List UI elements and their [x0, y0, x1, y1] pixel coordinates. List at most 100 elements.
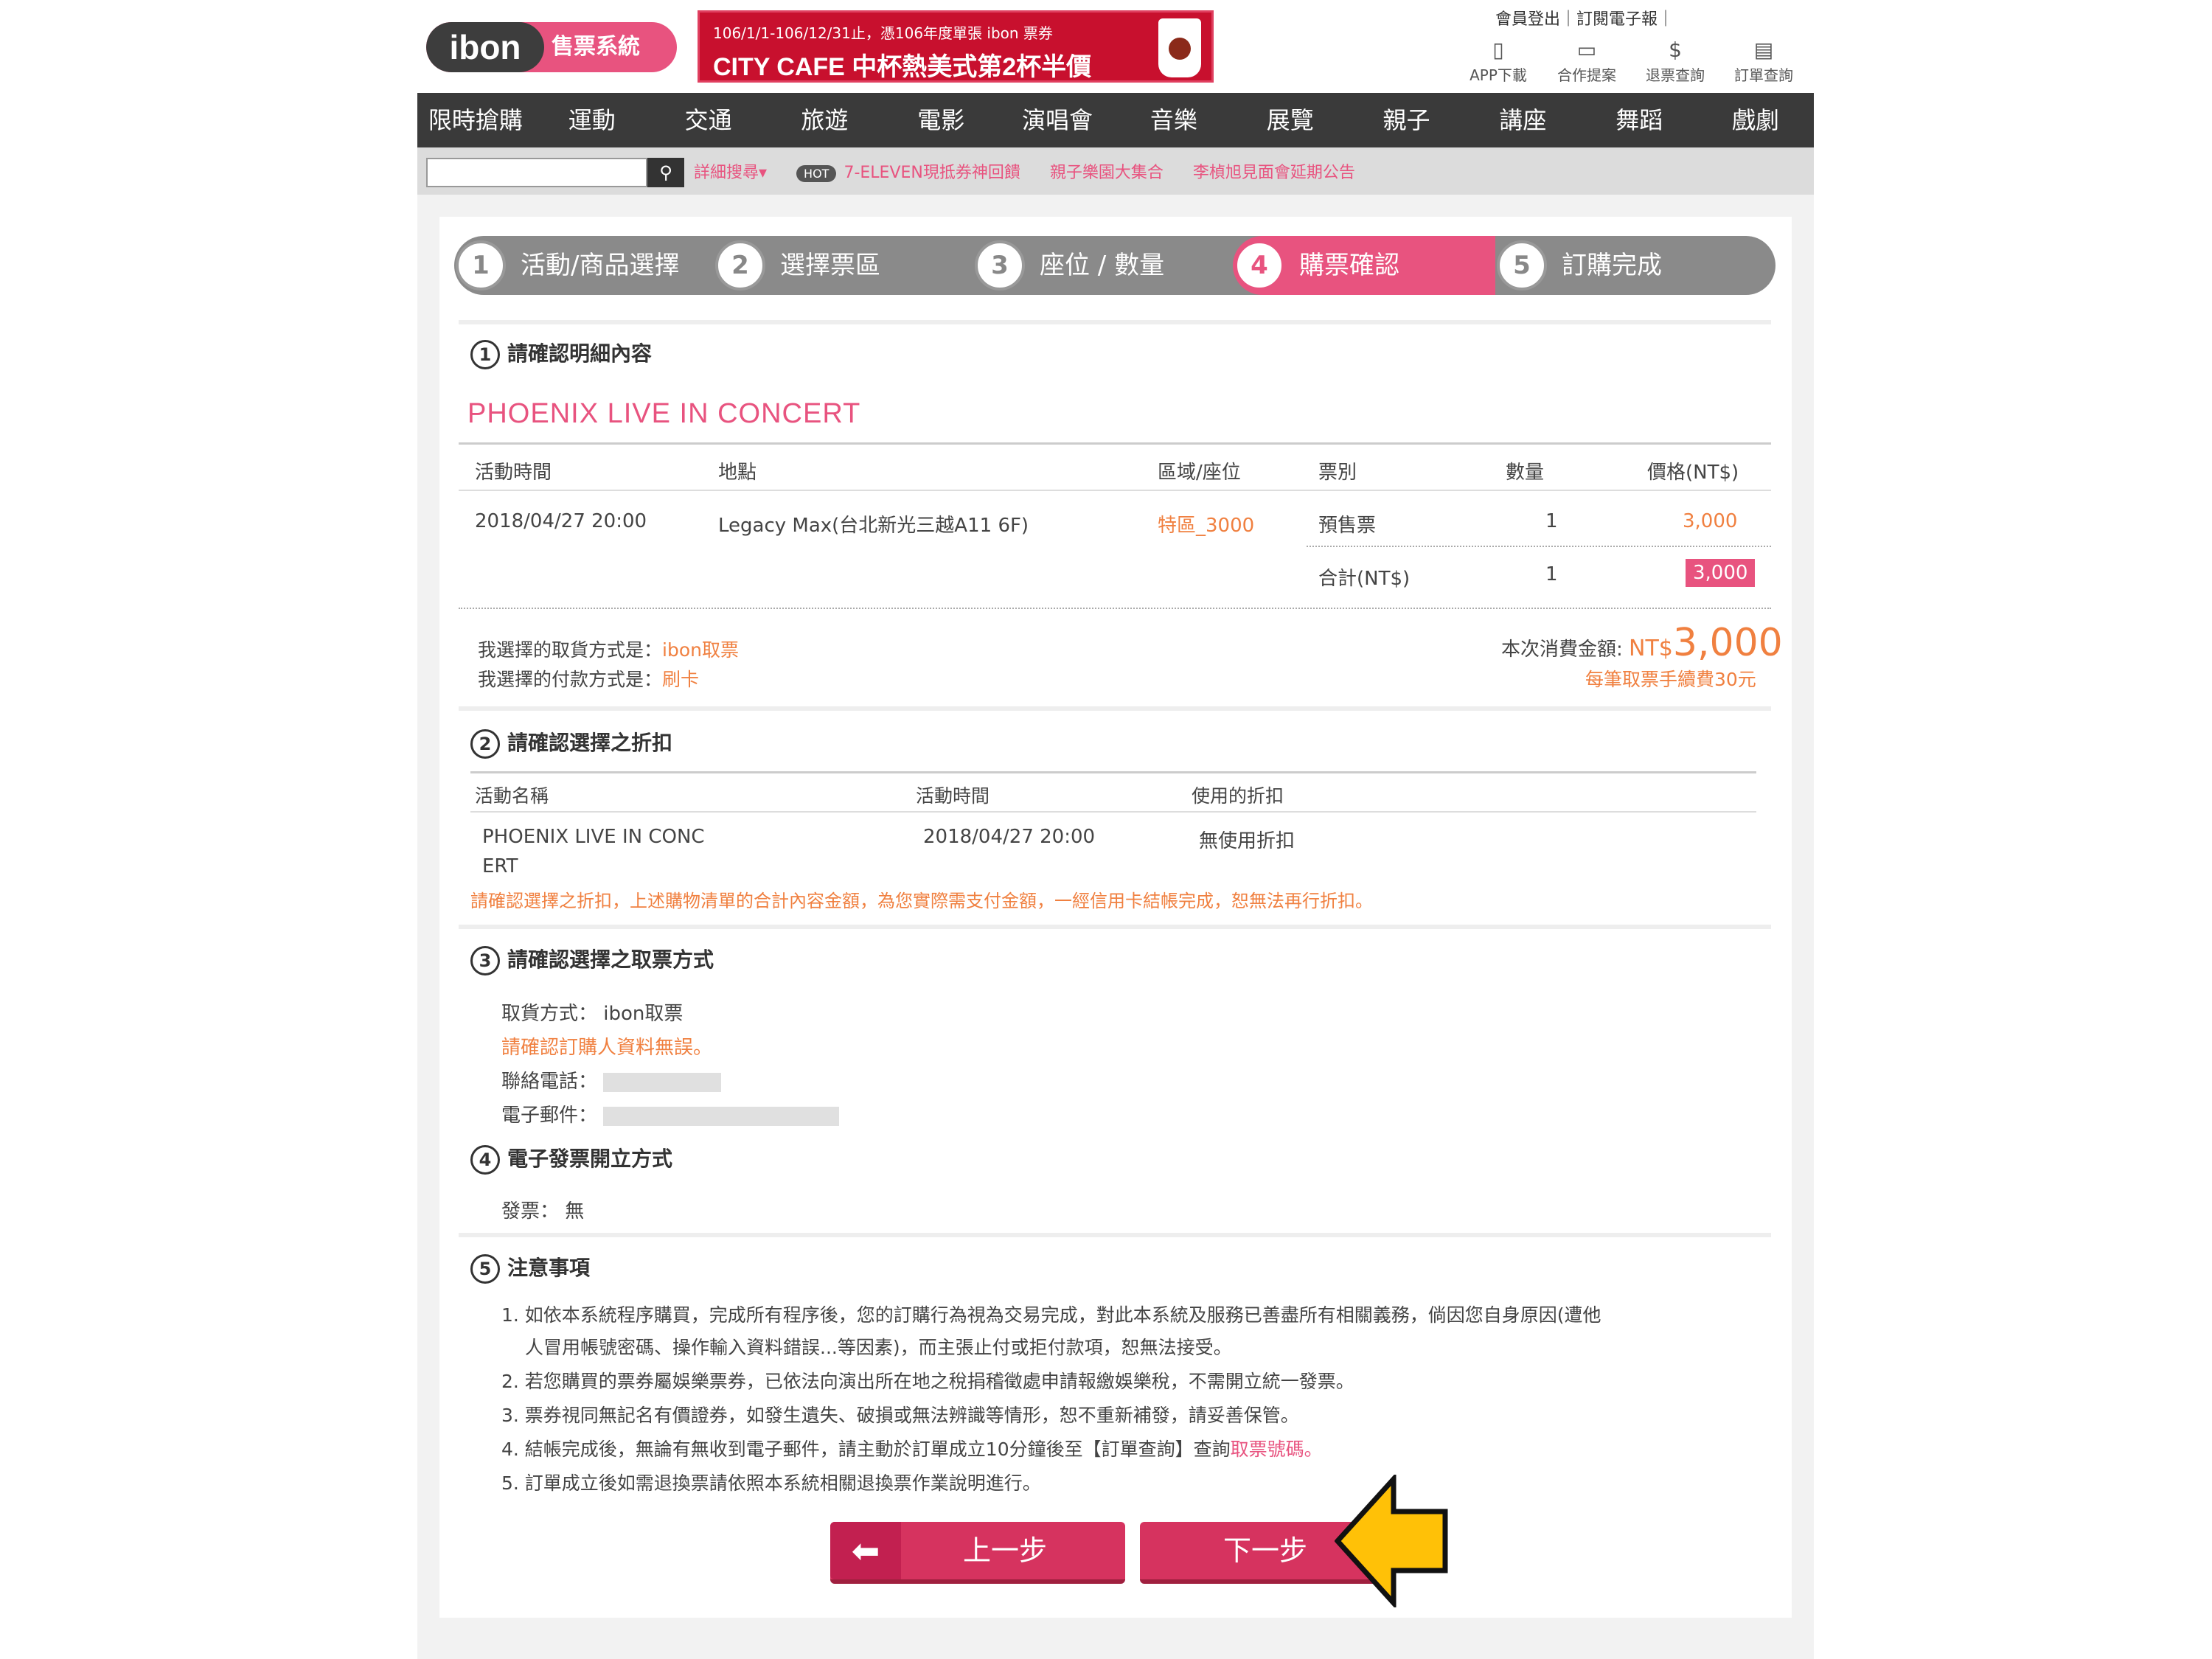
nav-concert[interactable]: 演唱會: [999, 93, 1116, 147]
note-1-line-2: 人冒用帳號密碼、操作輸入資料錯誤...等因素)，而主張止付或拒付款項，恕無法接受…: [525, 1337, 1232, 1358]
payment-method-line: 我選擇的付款方式是：刷卡: [478, 665, 699, 692]
step-1: 1 活動/商品選擇: [454, 236, 714, 295]
col-header-time: 活動時間: [475, 462, 552, 484]
section-4-number: 4: [470, 1145, 500, 1175]
notes-section-title-text: 注意事項: [507, 1256, 591, 1280]
total-amount-value: 3,000: [1672, 621, 1783, 665]
order-query-link[interactable]: ▤ 訂單查詢: [1727, 37, 1801, 85]
step-3-number: 3: [975, 240, 1025, 291]
nav-exhibition[interactable]: 展覽: [1232, 93, 1349, 147]
phone-label: 聯絡電話：: [501, 1071, 598, 1093]
order-query-label: 訂單查詢: [1734, 66, 1793, 84]
nav-drama[interactable]: 戲劇: [1697, 93, 1814, 147]
section-3-number: 3: [470, 946, 500, 975]
col-header-qty: 數量: [1506, 462, 1545, 484]
logo-system-text: 售票系統: [552, 34, 640, 60]
search-button[interactable]: ⚲: [647, 158, 684, 187]
hot-link-3[interactable]: 李楨旭見面會延期公告: [1193, 159, 1355, 183]
search-bar: ⚲ 詳細搜尋▾ HOT 7-ELEVEN現抵券神回饋 親子樂園大集合 李楨旭見面會…: [417, 147, 1814, 195]
row-qty: 1: [1545, 510, 1558, 532]
discount-header-rule: [470, 811, 1756, 813]
nav-music[interactable]: 音樂: [1116, 93, 1232, 147]
pickup-method-value: ibon取票: [662, 639, 739, 661]
cooperation-link[interactable]: ▭ 合作提案: [1550, 37, 1624, 85]
notes-section-title: 5 注意事項: [470, 1252, 590, 1284]
pickup-method: 取貨方式： ibon取票: [501, 1003, 684, 1025]
nav-dance[interactable]: 舞蹈: [1581, 93, 1697, 147]
step-2-number: 2: [715, 240, 765, 291]
discount-row-name-1: PHOENIX LIVE IN CONC: [482, 826, 705, 848]
total-amount-currency: NT$: [1629, 636, 1673, 661]
note-1-line-1: 1. 如依本系統程序購買，完成所有程序後，您的訂購行為視為交易完成，對此本系統及…: [501, 1304, 1601, 1326]
page: ibon 售票系統 106/1/1-106/12/31止，憑106年度單張 ib…: [417, 0, 1814, 1659]
app-download-link[interactable]: ▯ APP下載: [1461, 37, 1535, 85]
detail-section: 1 請確認明細內容 PHOENIX LIVE IN CONCERT 活動時間 地點…: [459, 320, 1783, 706]
row-price: 3,000: [1683, 510, 1738, 532]
briefcase-icon: ▭: [1576, 38, 1597, 62]
yellow-pointer-arrow-icon: [1335, 1475, 1448, 1607]
step-4-number: 4: [1234, 240, 1284, 291]
step-3-label: 座位 / 數量: [1040, 251, 1165, 280]
email-row: 電子郵件：: [501, 1100, 840, 1127]
total-qty: 1: [1545, 563, 1558, 585]
logo-ibon-text: ibon: [426, 22, 544, 72]
prev-step-label: 上一步: [963, 1534, 1048, 1567]
banner-small-text: 106/1/1-106/12/31止，憑106年度單張 ibon 票券: [713, 24, 1053, 42]
payment-method-value: 刷卡: [662, 669, 700, 690]
hot-link-2[interactable]: 親子樂園大集合: [1050, 159, 1164, 183]
coffee-cup-icon: [1158, 18, 1201, 77]
total-label: 合計(NT$): [1318, 568, 1411, 590]
nav-flash-sale[interactable]: 限時搶購: [417, 93, 534, 147]
refund-icon: $: [1669, 38, 1682, 62]
promo-banner[interactable]: 106/1/1-106/12/31止，憑106年度單張 ibon 票券 CITY…: [698, 10, 1214, 83]
table-top-rule: [459, 442, 1771, 445]
note-5: 5. 訂單成立後如需退換票請依照本系統相關退換票作業說明進行。: [501, 1472, 1041, 1494]
pickup-section-title-text: 請確認選擇之取票方式: [507, 947, 714, 972]
col-header-venue: 地點: [718, 462, 757, 484]
phone-redacted: [603, 1072, 722, 1092]
document-icon: ▤: [1753, 38, 1774, 62]
invoice-section-title: 4 電子發票開立方式: [470, 1143, 672, 1175]
ibon-logo[interactable]: ibon 售票系統: [426, 22, 677, 72]
section-2-number: 2: [470, 729, 500, 759]
note-2: 2. 若您購買的票券屬娛樂票券，已依法向演出所在地之稅捐稽徵處申請報繳娛樂稅，不…: [501, 1371, 1354, 1392]
search-links: 詳細搜尋▾ HOT 7-ELEVEN現抵券神回饋 親子樂園大集合 李楨旭見面會延期…: [694, 159, 1355, 183]
nav-travel[interactable]: 旅遊: [766, 93, 883, 147]
prev-step-button[interactable]: ⬅ 上一步: [830, 1522, 1125, 1584]
top-links[interactable]: 會員登出｜訂閱電子報｜: [1495, 6, 1674, 29]
email-label: 電子郵件：: [501, 1105, 598, 1127]
pickup-method-label: 我選擇的取貨方式是：: [478, 639, 663, 661]
discount-col-discount: 使用的折扣: [1192, 785, 1284, 807]
hot-link-1[interactable]: HOT 7-ELEVEN現抵券神回饋: [796, 159, 1020, 183]
email-redacted: [603, 1106, 840, 1126]
phone-icon: ▯: [1492, 38, 1504, 62]
header: ibon 售票系統 106/1/1-106/12/31止，憑106年度單張 ib…: [417, 0, 1814, 93]
nav-lecture[interactable]: 講座: [1464, 93, 1581, 147]
search-icon: ⚲: [659, 162, 672, 183]
step-5-number: 5: [1497, 240, 1547, 291]
nav-movie[interactable]: 電影: [883, 93, 999, 147]
top-icons: ▯ APP下載 ▭ 合作提案 $ 退票查詢 ▤ 訂單查詢: [1461, 37, 1801, 85]
discount-row-name-2: ERT: [482, 855, 518, 877]
nav-sports[interactable]: 運動: [534, 93, 650, 147]
row-divider: [1307, 546, 1771, 547]
arrow-left-icon: ⬅: [830, 1522, 901, 1579]
section-1-number: 1: [470, 340, 500, 369]
search-input[interactable]: [426, 158, 647, 187]
total-amount: 本次消費金額: NT$3,000: [1501, 621, 1783, 665]
refund-query-link[interactable]: $ 退票查詢: [1638, 37, 1712, 85]
row-time: 2018/04/27 20:00: [475, 510, 647, 532]
advanced-search-link[interactable]: 詳細搜尋▾: [694, 159, 767, 183]
section-divider: [459, 608, 1771, 609]
fee-note: 每筆取票手續費30元: [1585, 669, 1756, 690]
nav-transport[interactable]: 交通: [650, 93, 767, 147]
invoice-value: 發票： 無: [501, 1200, 585, 1222]
discount-col-time: 活動時間: [916, 785, 990, 807]
note-4-highlight: 取票號碼。: [1230, 1439, 1323, 1460]
table-header-rule: [459, 490, 1771, 491]
refund-query-label: 退票查詢: [1646, 66, 1705, 84]
confirm-buyer-note: 請確認訂購人資料無誤。: [501, 1037, 713, 1059]
detail-section-title: 1 請確認明細內容: [470, 338, 652, 369]
nav-family[interactable]: 親子: [1349, 93, 1465, 147]
payment-method-label: 我選擇的付款方式是：: [478, 669, 663, 690]
